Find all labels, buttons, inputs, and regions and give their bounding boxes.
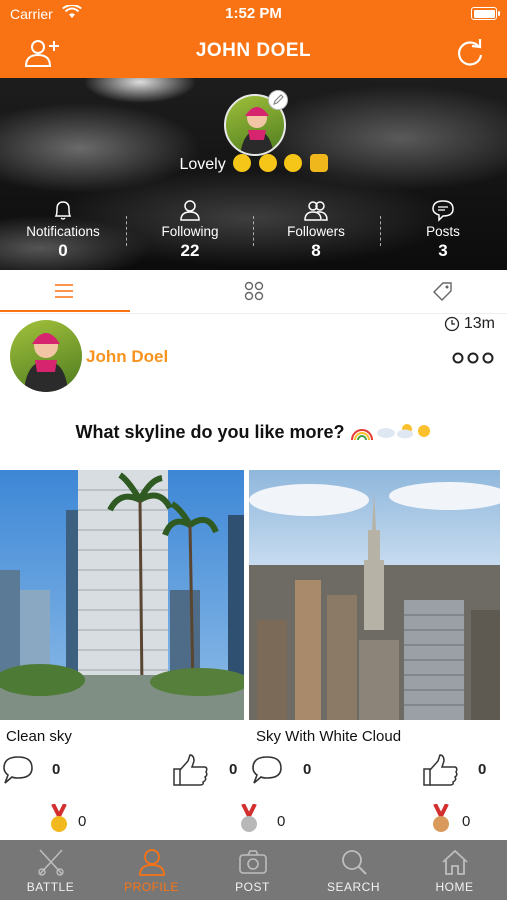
thumbs-up-icon[interactable] [422,753,460,787]
like-count-right: 0 [478,761,487,778]
tab-post[interactable]: POST [202,840,303,900]
chat-icon [432,200,454,222]
weather-emojis-icon [350,424,430,441]
status-time: 1:52 PM [225,5,282,22]
option-caption-left: Clean sky [6,728,72,745]
grin-sweat-emoji [258,154,277,172]
battle-icon [37,849,64,876]
tab-tags[interactable] [379,270,507,312]
post-author-name[interactable]: John Doel [86,347,168,367]
search-icon [341,850,367,875]
profile-icon [138,849,165,876]
tag-icon [433,282,452,301]
stat-notifications[interactable]: Notifications 0 [0,198,126,261]
clock-icon [444,316,460,332]
ok-hand-emoji [309,154,328,172]
tab-home[interactable]: HOME [404,840,505,900]
medal-icon[interactable] [431,804,451,834]
active-tab-indicator [0,310,130,312]
home-icon [441,849,468,875]
heart-eyes-emoji [233,154,252,172]
comment-icon[interactable] [2,755,34,785]
pencil-icon [273,94,284,105]
bottom-tab-bar: BATTLE PROFILE POST SEARCH HOME [0,840,507,900]
profile-tabs [0,270,507,314]
tab-battle[interactable]: BATTLE [0,840,101,900]
tab-search[interactable]: SEARCH [303,840,404,900]
thumbs-up-icon[interactable] [172,753,210,787]
bell-icon [54,201,72,220]
medal-count-left: 0 [78,813,87,830]
medal-count-silver: 0 [277,813,286,830]
comment-count-left: 0 [52,761,61,778]
post-question: What skyline do you like more? [0,420,507,443]
medal-icon[interactable] [49,804,69,834]
grid-icon [244,281,264,301]
page-title: JOHN DOEL [195,40,312,61]
status-bar: Carrier 1:52 PM [0,0,507,28]
option-photo-right[interactable] [249,470,500,720]
edit-avatar-button[interactable] [268,90,288,110]
more-options-icon[interactable] [451,350,495,366]
medal-count-bronze: 0 [462,813,471,830]
list-icon [55,284,73,298]
profile-bio: Lovely [0,154,507,174]
option-photo-left[interactable] [0,470,244,720]
tab-profile[interactable]: PROFILE [101,840,202,900]
smile-emoji [284,154,303,172]
profile-stats: Notifications 0 Following 22 Followers 8 [0,198,507,268]
comment-count-right: 0 [303,761,312,778]
tab-list[interactable] [0,270,128,312]
app-header: Carrier 1:52 PM JOHN DOEL [0,0,507,78]
post-author-avatar[interactable] [10,320,82,392]
profile-cover: Lovely Notifications 0 Following 22 Foll… [0,78,507,270]
stat-posts[interactable]: Posts 3 [380,198,506,261]
comment-icon[interactable] [251,755,283,785]
stat-followers[interactable]: Followers 8 [253,198,379,261]
medal-icon[interactable] [239,804,259,834]
option-caption-right: Sky With White Cloud [256,728,402,745]
refresh-icon[interactable] [455,38,485,68]
post-timestamp: 13m [444,315,495,333]
like-count-left: 0 [229,761,238,778]
tab-grid[interactable] [190,270,318,312]
battery-icon [471,7,500,20]
people-icon [304,201,328,221]
camera-icon [238,850,267,874]
stat-following[interactable]: Following 22 [127,198,253,261]
person-icon [180,200,200,221]
